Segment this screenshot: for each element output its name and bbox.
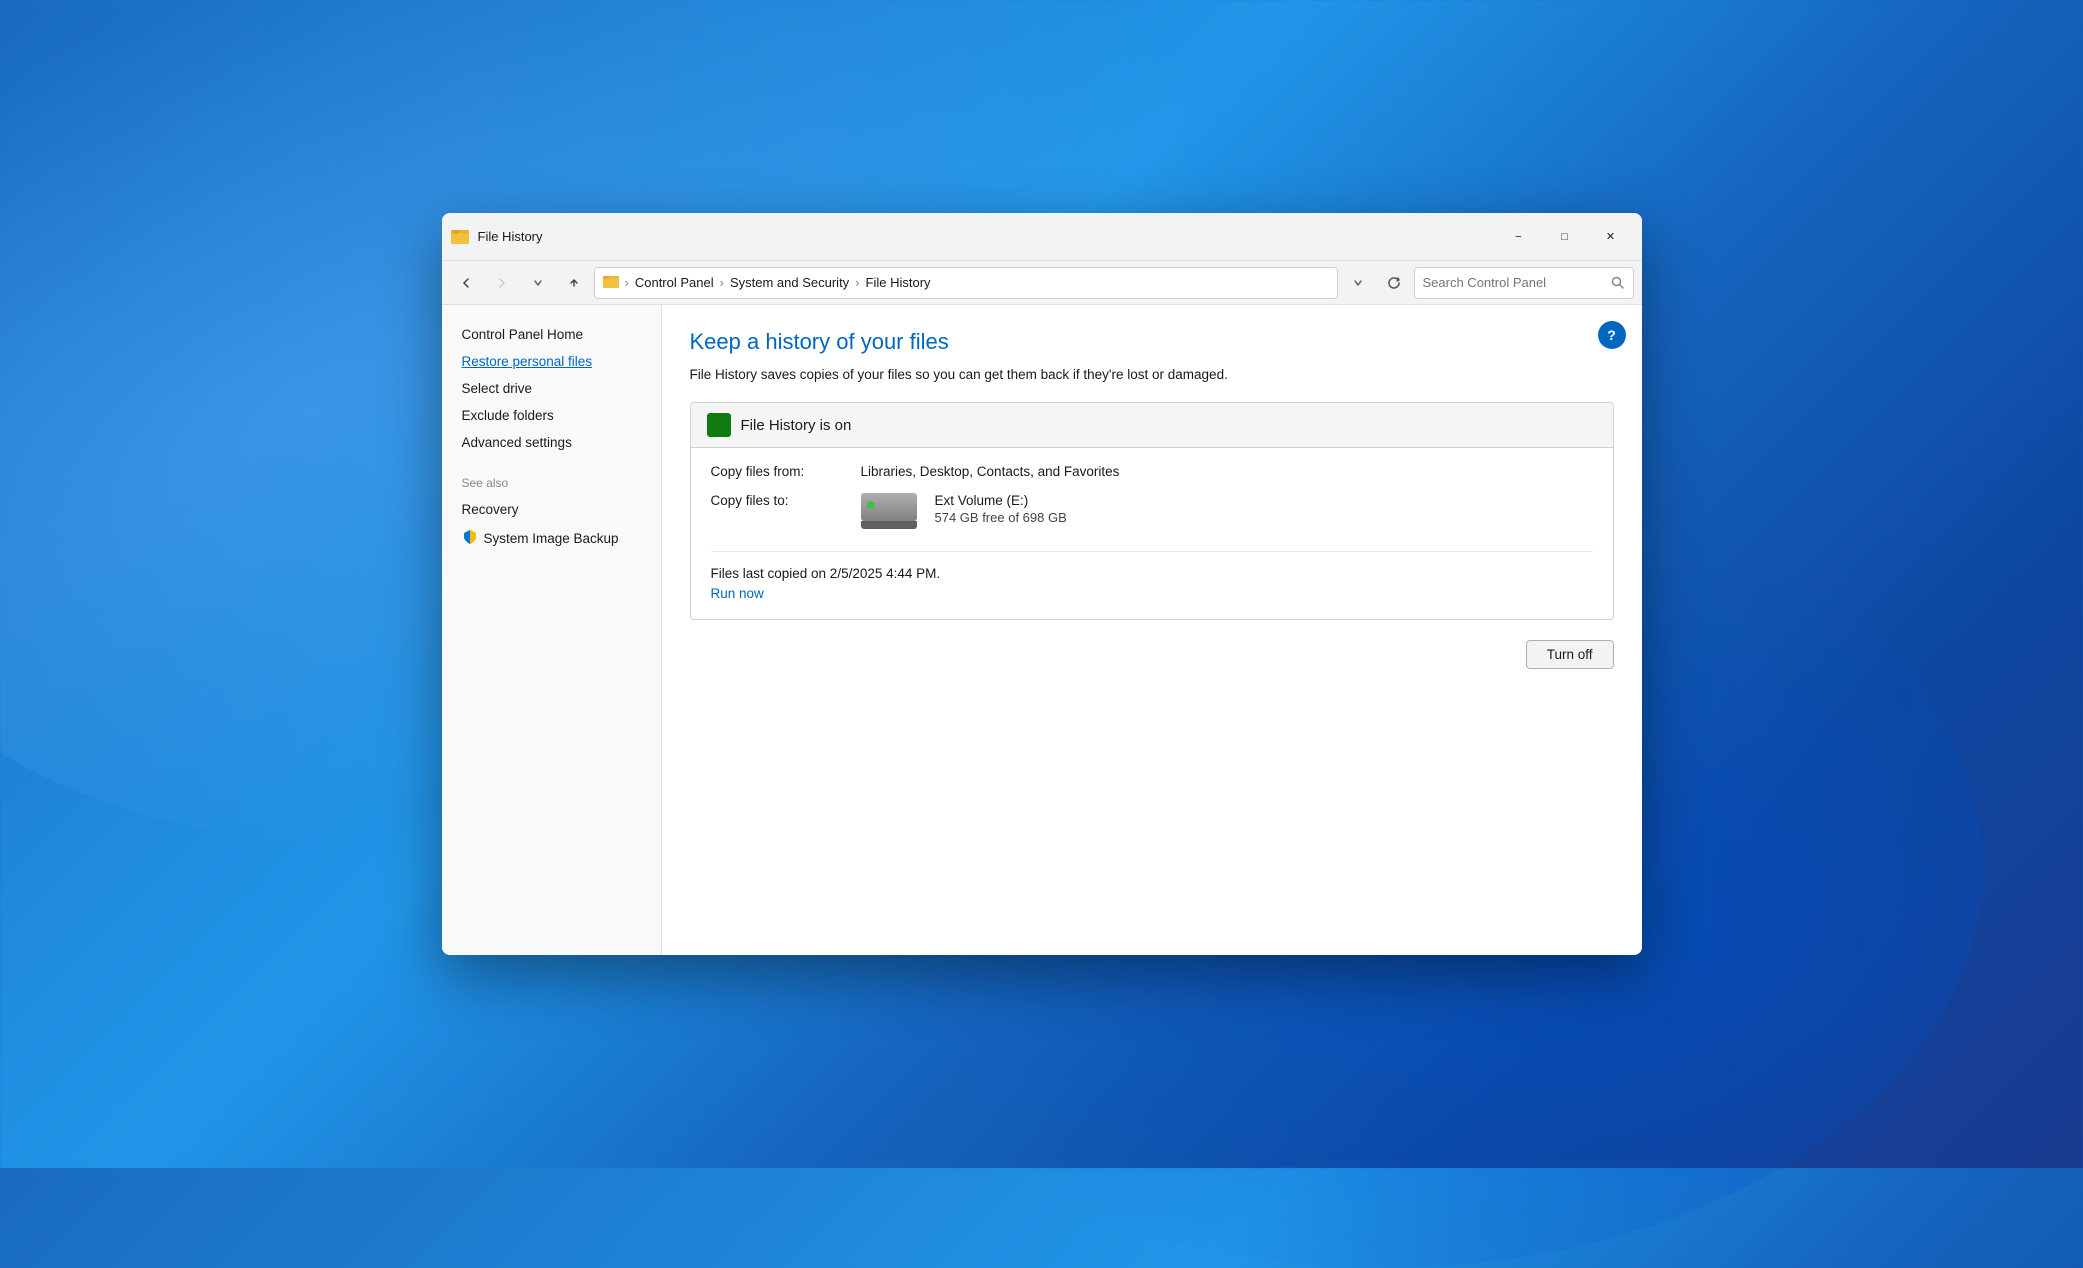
page-title: Keep a history of your files	[690, 329, 1614, 355]
window-title: File History	[478, 229, 1496, 244]
address-bar[interactable]: › Control Panel › System and Security › …	[594, 267, 1338, 299]
drive-details: Ext Volume (E:) 574 GB free of 698 GB	[935, 493, 1067, 525]
forward-button[interactable]	[486, 267, 518, 299]
window-icon	[450, 227, 470, 247]
sidebar-item-select-drive[interactable]: Select drive	[442, 375, 661, 402]
up-button[interactable]	[558, 267, 590, 299]
drive-base	[861, 521, 917, 529]
status-body: Copy files from: Libraries, Desktop, Con…	[691, 448, 1613, 619]
address-control-panel[interactable]: Control Panel	[635, 275, 714, 290]
sidebar-item-advanced-settings[interactable]: Advanced settings	[442, 429, 661, 456]
sidebar: Control Panel Home Restore personal file…	[442, 305, 662, 955]
close-button[interactable]: ✕	[1588, 221, 1634, 253]
turn-off-button[interactable]: Turn off	[1526, 640, 1614, 669]
title-bar: File History − □ ✕	[442, 213, 1642, 261]
page-description: File History saves copies of your files …	[690, 367, 1614, 382]
address-separator-3: ›	[855, 275, 859, 290]
nav-bar: › Control Panel › System and Security › …	[442, 261, 1642, 305]
copy-to-label: Copy files to:	[711, 493, 861, 537]
address-separator-2: ›	[720, 275, 724, 290]
dropdown-button[interactable]	[522, 267, 554, 299]
see-also-label: See also	[442, 456, 661, 496]
run-now-link[interactable]: Run now	[711, 586, 764, 601]
copy-to-row: Copy files to: Ext Volume (E:) 574 GB fr…	[711, 493, 1593, 537]
action-row: Turn off	[690, 640, 1614, 669]
status-box: File History is on Copy files from: Libr…	[690, 402, 1614, 620]
status-indicator	[707, 413, 731, 437]
minimize-button[interactable]: −	[1496, 221, 1542, 253]
drive-name: Ext Volume (E:)	[935, 493, 1067, 508]
address-folder-icon	[603, 273, 619, 292]
copy-from-label: Copy files from:	[711, 464, 861, 479]
copy-from-value: Libraries, Desktop, Contacts, and Favori…	[861, 464, 1120, 479]
back-button[interactable]	[450, 267, 482, 299]
drive-body	[861, 493, 917, 521]
window-controls: − □ ✕	[1496, 221, 1634, 253]
file-history-window: File History − □ ✕	[442, 213, 1642, 955]
search-box[interactable]	[1414, 267, 1634, 299]
drive-icon	[861, 493, 921, 537]
maximize-button[interactable]: □	[1542, 221, 1588, 253]
address-file-history[interactable]: File History	[866, 275, 931, 290]
address-system-security[interactable]: System and Security	[730, 275, 849, 290]
last-copied-text: Files last copied on 2/5/2025 4:44 PM.	[711, 566, 1593, 581]
copy-info: Files last copied on 2/5/2025 4:44 PM. R…	[711, 551, 1593, 603]
status-header: File History is on	[691, 403, 1613, 448]
copy-from-row: Copy files from: Libraries, Desktop, Con…	[711, 464, 1593, 479]
sidebar-item-control-panel-home[interactable]: Control Panel Home	[442, 321, 661, 348]
sidebar-item-system-image-backup[interactable]: System Image Backup	[442, 523, 661, 554]
sidebar-item-restore-personal-files[interactable]: Restore personal files	[442, 348, 661, 375]
drive-info: Ext Volume (E:) 574 GB free of 698 GB	[861, 493, 1067, 537]
search-icon	[1611, 276, 1625, 290]
shield-icon	[462, 529, 478, 548]
sidebar-item-exclude-folders[interactable]: Exclude folders	[442, 402, 661, 429]
content-area: Control Panel Home Restore personal file…	[442, 305, 1642, 955]
help-button[interactable]: ?	[1598, 321, 1626, 349]
status-title: File History is on	[741, 417, 852, 434]
search-input[interactable]	[1423, 275, 1611, 290]
sidebar-item-recovery[interactable]: Recovery	[442, 496, 661, 523]
address-separator-1: ›	[625, 275, 629, 290]
system-image-backup-label: System Image Backup	[484, 531, 619, 546]
main-content: ? Keep a history of your files File Hist…	[662, 305, 1642, 955]
address-dropdown-button[interactable]	[1342, 267, 1374, 299]
drive-space: 574 GB free of 698 GB	[935, 510, 1067, 525]
refresh-button[interactable]	[1378, 267, 1410, 299]
